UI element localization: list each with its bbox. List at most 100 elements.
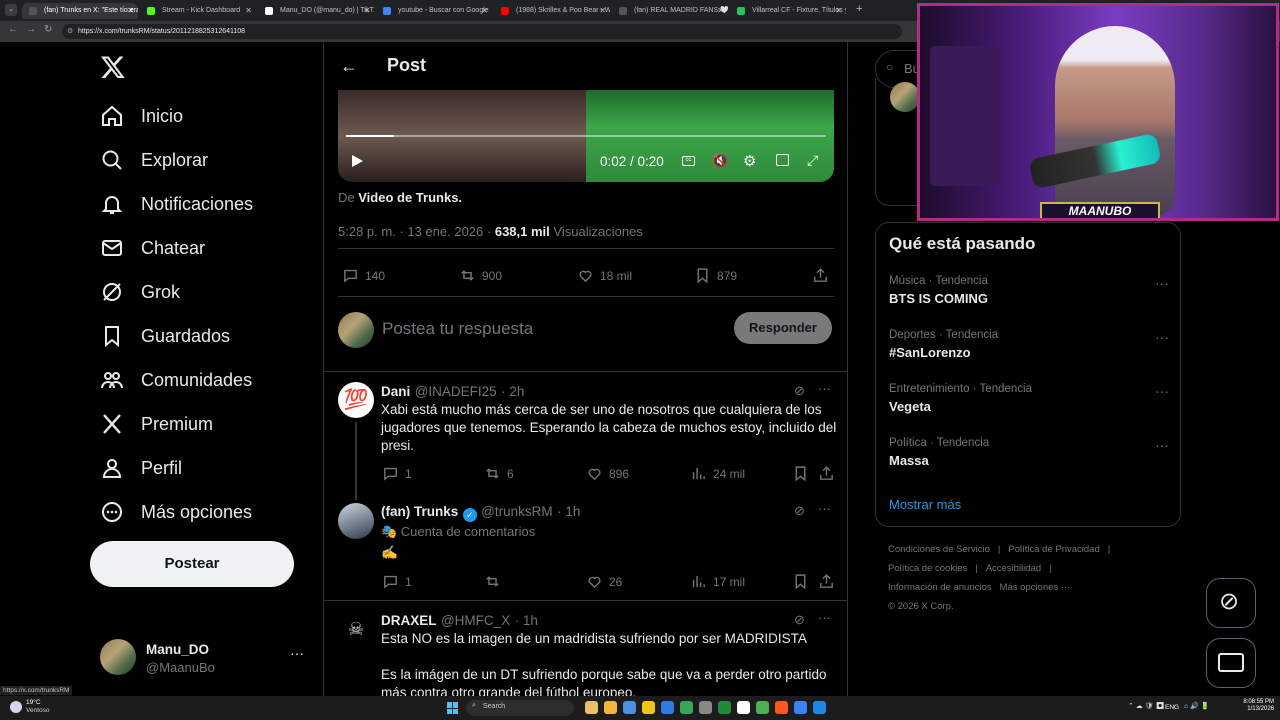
repost-action[interactable] (484, 573, 507, 590)
tab-close-icon[interactable]: ✕ (363, 3, 370, 19)
footer-link[interactable]: Condiciones de Servicio (888, 544, 990, 555)
play-icon[interactable] (350, 154, 364, 173)
url-field[interactable]: ⚙ https://x.com/trunksRM/status/20112188… (62, 24, 902, 39)
taskbar-app-icon[interactable] (699, 701, 712, 714)
trend-more-icon[interactable]: ··· (1155, 437, 1169, 453)
tab-close-icon[interactable]: ✕ (717, 3, 724, 19)
reply-composer-input[interactable]: Postea tu respuesta (382, 319, 533, 339)
taskbar-app-icon[interactable] (775, 701, 788, 714)
reply-author-name[interactable]: Dani (381, 384, 410, 399)
site-info-icon[interactable]: ⚙ (67, 24, 73, 39)
grok-icon[interactable]: ⊘ (794, 503, 805, 519)
reply-avatar-dani[interactable]: 💯 (338, 382, 374, 418)
tab-close-icon[interactable]: ✕ (245, 3, 252, 19)
account-switcher[interactable]: Manu_DO @MaanuBo ··· (100, 639, 310, 675)
taskbar-app-icon[interactable] (604, 701, 617, 714)
reply-action[interactable]: 1 (382, 573, 412, 590)
taskbar-app-icon[interactable] (813, 701, 826, 714)
trend-more-icon[interactable]: ··· (1155, 329, 1169, 345)
start-icon[interactable] (447, 702, 459, 714)
system-tray-status[interactable]: ⌂ 🔊 🔋 (1184, 702, 1210, 710)
taskbar-app-icon[interactable] (623, 701, 636, 714)
tab-close-icon[interactable]: ✕ (481, 3, 488, 19)
tab-close-icon[interactable]: ✕ (127, 3, 134, 19)
captions-icon[interactable]: cc (682, 156, 695, 166)
bookmark-action[interactable]: 879 (694, 267, 737, 284)
browser-tab[interactable]: Manu_DO (@manu_do) | TikT... ✕ (258, 3, 374, 19)
browser-tab[interactable]: Villarreal CF - Fixture, Títulos y... ✕ (730, 3, 846, 19)
nav-item-perfil[interactable]: Perfil (100, 448, 182, 488)
share-action[interactable] (812, 267, 835, 284)
taskbar-app-icon[interactable] (680, 701, 693, 714)
taskbar-app-icon[interactable] (642, 701, 655, 714)
reload-icon[interactable]: ↻ (44, 24, 52, 35)
tab-close-icon[interactable]: ✕ (835, 3, 842, 19)
reply-avatar-trunks[interactable] (338, 503, 374, 539)
taskbar-app-icon[interactable] (756, 701, 769, 714)
video-progress-track[interactable] (346, 135, 826, 137)
share-action[interactable] (818, 573, 841, 590)
bookmark-action[interactable] (792, 465, 815, 482)
grok-icon[interactable]: ⊘ (794, 612, 805, 628)
bookmark-action[interactable] (792, 573, 815, 590)
taskbar-app-icon[interactable] (737, 701, 750, 714)
browser-tab[interactable]: Stream - Kick Dashboard ✕ (140, 3, 256, 19)
reply-author-handle[interactable]: @trunksRM (481, 504, 552, 519)
grok-fab[interactable]: ⊘ (1206, 578, 1256, 628)
nav-item-comunidades[interactable]: Comunidades (100, 360, 252, 400)
more-icon[interactable]: ··· (818, 501, 831, 516)
x-logo-icon[interactable] (100, 54, 126, 80)
reply-trunks[interactable]: (fan) Trunks ✓ @trunksRM · 1h ⊘ ··· 🎭 Cu… (324, 494, 847, 600)
views-action[interactable]: 17 mil (690, 573, 745, 590)
input-language[interactable]: ENG (1165, 704, 1179, 711)
footer-link[interactable]: Política de Privacidad (1008, 544, 1099, 555)
reply-author-handle[interactable]: @HMFC_X (441, 613, 510, 628)
reply-author-handle[interactable]: @INADEFI25 (415, 384, 497, 399)
like-action[interactable]: 18 mil (577, 267, 632, 284)
trend-item[interactable]: Deportes · Tendencia #SanLorenzo ··· (889, 329, 1169, 360)
share-action[interactable] (818, 465, 841, 482)
nav-item-premium[interactable]: Premium (100, 404, 213, 444)
like-action[interactable]: 896 (586, 465, 629, 482)
footer-link[interactable]: © 2026 X Corp. (888, 601, 954, 612)
nav-item-inicio[interactable]: Inicio (100, 96, 183, 136)
trend-item[interactable]: Música · Tendencia BTS IS COMING ··· (889, 275, 1169, 306)
mute-icon[interactable]: 🔇 (712, 153, 728, 169)
messages-fab[interactable] (1206, 638, 1256, 688)
fullscreen-icon[interactable]: ⤢ (807, 152, 818, 169)
taskbar-app-icon[interactable] (718, 701, 731, 714)
repost-action[interactable]: 900 (459, 267, 502, 284)
reply-dani[interactable]: 💯 Dani @INADEFI25 · 2h ⊘ ··· Xabi está m… (324, 372, 847, 500)
reply-action[interactable]: 1 (382, 465, 412, 482)
tab-close-icon[interactable]: ✕ (599, 3, 606, 19)
browser-tab[interactable]: (fan) Trunks en X: "Este tío era... ✕ (22, 3, 138, 19)
reply-author-name[interactable]: DRAXEL (381, 613, 437, 628)
reply-time[interactable]: · 2h (501, 384, 524, 399)
forward-icon[interactable]: → (26, 24, 36, 35)
nav-item-notificaciones[interactable]: Notificaciones (100, 184, 253, 224)
reply-time[interactable]: · 1h (557, 504, 580, 519)
browser-tab[interactable]: (1988) Skrillex & Poo Bear - Wh...✕ (494, 3, 610, 19)
account-more-icon[interactable]: ··· (290, 645, 304, 661)
tab-search-button[interactable]: ⌄ (5, 4, 17, 16)
new-tab-button[interactable]: + (856, 3, 862, 15)
browser-tab[interactable]: youtube - Buscar con Google ✕ (376, 3, 492, 19)
reply-time[interactable]: · 1h (515, 613, 538, 628)
footer-link[interactable]: Accesibilidad (986, 563, 1041, 574)
video-player[interactable]: 0:02 / 0:20 cc 🔇 ⚙ ⤢ (338, 90, 834, 182)
post-button[interactable]: Postear (90, 541, 294, 587)
nav-item-chatear[interactable]: Chatear (100, 228, 205, 268)
grok-icon[interactable]: ⊘ (794, 383, 805, 399)
reply-button[interactable]: Responder (734, 312, 832, 344)
taskbar-app-icon[interactable] (794, 701, 807, 714)
back-arrow-icon[interactable]: ← (340, 56, 358, 77)
pip-icon[interactable] (776, 154, 789, 166)
views-action[interactable]: 24 mil (690, 465, 745, 482)
browser-tab[interactable]: (fan) REAL MADRID FANS 🤍 | ...✕ (612, 3, 728, 19)
video-source-link[interactable]: Video de Trunks. (358, 190, 462, 205)
more-icon[interactable]: ··· (818, 610, 831, 625)
nav-item-grok[interactable]: Grok (100, 272, 180, 312)
reply-draxel[interactable]: ☠ DRAXEL @HMFC_X · 1h ⊘ ··· Esta NO es l… (324, 601, 847, 696)
taskbar-search[interactable]: ⌕ Search (466, 700, 574, 716)
nav-item-explorar[interactable]: Explorar (100, 140, 208, 180)
